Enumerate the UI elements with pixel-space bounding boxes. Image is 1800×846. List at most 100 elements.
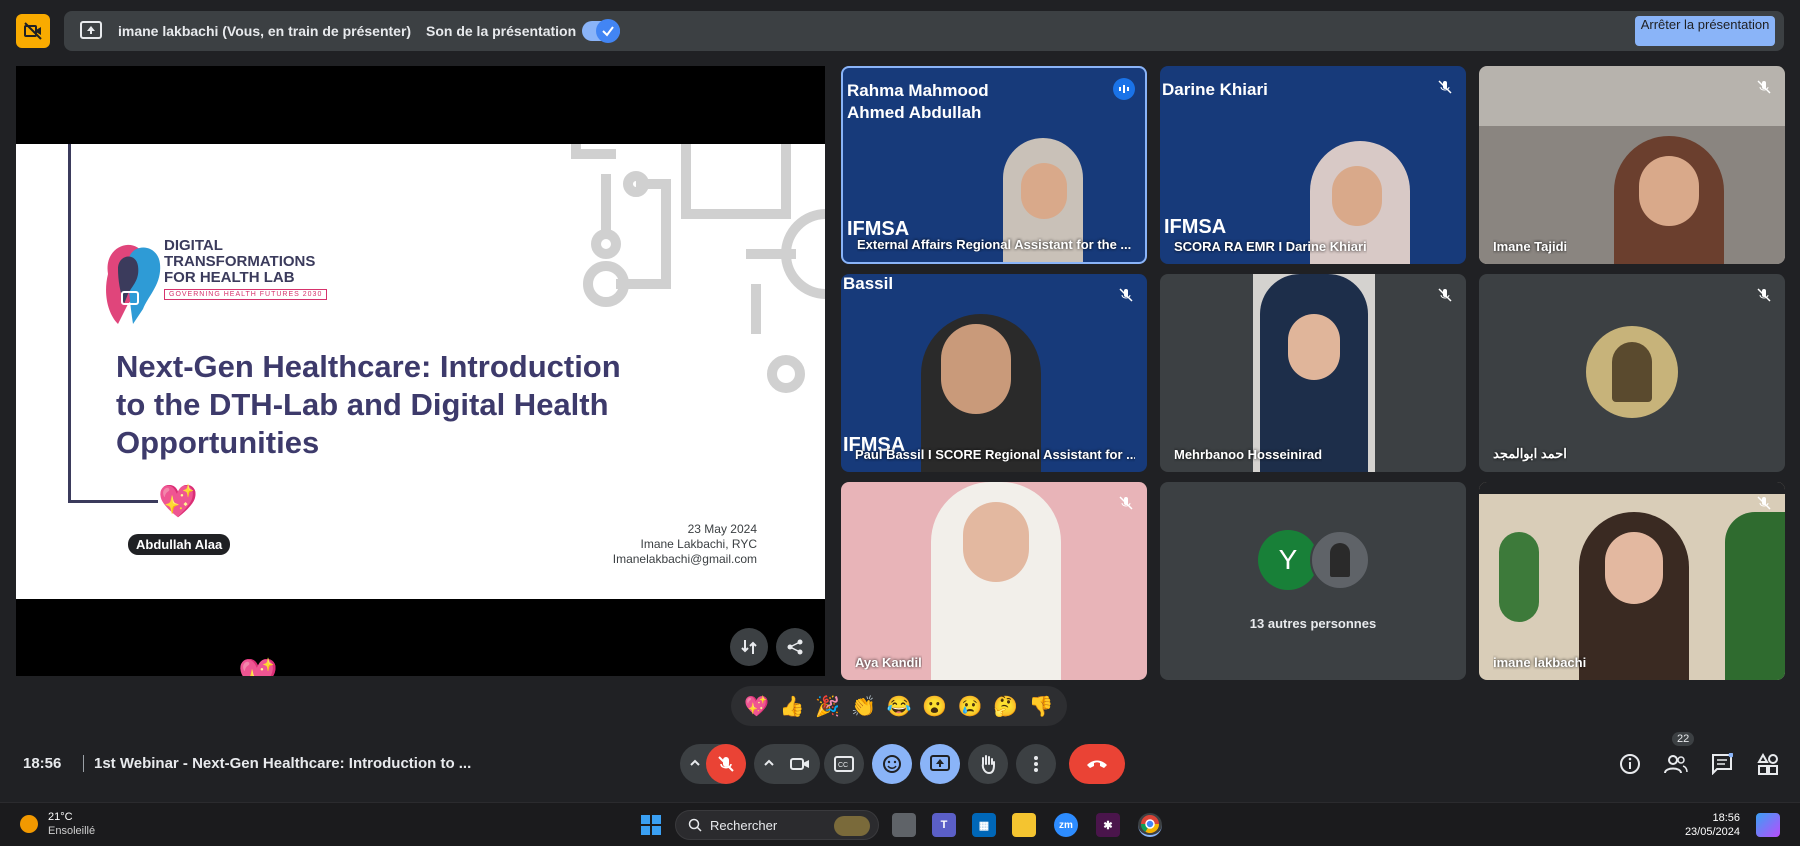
emoji-reactions-button[interactable] — [872, 744, 912, 784]
reaction-clap-button[interactable]: 👏 — [851, 694, 876, 719]
meeting-info-icon[interactable] — [1618, 752, 1642, 776]
mic-muted-icon — [1115, 284, 1137, 306]
tile-overlay-name: Bassil — [843, 274, 894, 293]
avatar — [1586, 326, 1678, 418]
participant-tile[interactable]: Darine Khiari IFMSA SCORA RA EMR I Darin… — [1160, 66, 1466, 264]
zoom-icon[interactable]: zm — [1054, 813, 1078, 837]
camera-off-icon[interactable] — [16, 14, 50, 48]
raise-hand-button[interactable] — [968, 744, 1008, 784]
people-icon[interactable] — [1664, 752, 1688, 776]
reaction-surprised-button[interactable]: 😮 — [922, 694, 947, 719]
store-icon[interactable]: ▦ — [972, 813, 996, 837]
copilot-icon[interactable] — [1756, 813, 1780, 837]
meeting-clock: 18:56 — [23, 755, 62, 772]
sun-icon[interactable] — [20, 815, 38, 833]
plant — [1499, 532, 1539, 622]
microphone-control — [680, 744, 746, 784]
slide-headline: Next-Gen Healthcare: Introduction to the… — [116, 349, 621, 460]
avatar-figure — [1330, 543, 1350, 577]
swap-layout-button[interactable] — [730, 628, 768, 666]
mic-muted-icon — [1434, 76, 1456, 98]
activities-icon[interactable] — [1756, 752, 1780, 776]
reaction-sad-button[interactable]: 😢 — [958, 694, 983, 719]
logo-title: DIGITAL TRANSFORMATIONS FOR HEALTH LAB — [164, 237, 316, 286]
dth-lab-logo — [98, 234, 164, 326]
participant-name: Mehrbanoo Hosseinirad — [1174, 447, 1323, 462]
present-now-button[interactable] — [920, 744, 960, 784]
participant-count-badge: 22 — [1672, 732, 1695, 746]
ifmsa-logo: IFMSA — [1164, 216, 1227, 238]
slide-email: Imanelakbachi@gmail.com — [612, 552, 757, 566]
chevron-up-icon[interactable] — [762, 756, 776, 775]
participant-tile[interactable]: Bassil IFMSA Paul Bassil I SCORE Regiona… — [841, 274, 1147, 472]
meeting-title: 1st Webinar - Next-Gen Healthcare: Intro… — [83, 755, 471, 772]
participant-name: SCORA RA EMR I Darine Khiari — [1174, 239, 1367, 254]
participant-name: imane lakbachi — [1493, 655, 1587, 670]
participant-tile[interactable]: Rahma Mahmood Ahmed Abdullah IFMSA Exter… — [841, 66, 1147, 264]
slide-author: Imane Lakbachi, RYC — [640, 537, 757, 551]
reaction-thumbs-down-button[interactable]: 👎 — [1029, 694, 1054, 719]
weather-description[interactable]: Ensoleillé — [48, 825, 95, 837]
leave-call-button[interactable] — [1069, 744, 1125, 784]
participant-tile[interactable]: imane lakbachi — [1479, 482, 1785, 680]
weather-temperature[interactable]: 21°C — [48, 811, 73, 823]
camera-button[interactable] — [780, 744, 820, 784]
present-screen-icon — [80, 21, 102, 39]
mic-muted-button[interactable] — [706, 744, 746, 784]
task-view-icon[interactable] — [892, 813, 916, 837]
presentation-stage: DIGITAL TRANSFORMATIONS FOR HEALTH LAB G… — [16, 66, 825, 676]
logo-subtitle: GOVERNING HEALTH FUTURES 2030 — [164, 289, 328, 300]
reaction-heart-button[interactable]: 💖 — [744, 694, 769, 719]
file-explorer-icon[interactable] — [1012, 813, 1036, 837]
participant-face — [1021, 163, 1067, 219]
svg-text:CC: CC — [838, 762, 848, 769]
system-clock[interactable]: 18:56 23/05/2024 — [1680, 811, 1740, 839]
clock-date: 23/05/2024 — [1684, 826, 1740, 838]
mic-muted-icon — [1753, 284, 1775, 306]
search-highlight-icon — [834, 816, 870, 836]
slide-frame-line — [68, 500, 158, 503]
reaction-sender-label: Abdullah Alaa — [128, 534, 231, 555]
windows-taskbar: 21°C Ensoleillé Rechercher T ▦ zm ✱ 18:5… — [0, 802, 1800, 846]
presentation-sound-label: Son de la présentation — [426, 23, 577, 39]
chat-icon[interactable] — [1710, 752, 1734, 776]
others-count-label: 13 autres personnes — [1249, 616, 1377, 631]
reaction-thumbs-up-button[interactable]: 👍 — [780, 694, 805, 719]
slack-icon[interactable]: ✱ — [1096, 813, 1120, 837]
avatar: Y — [1258, 530, 1318, 590]
participant-face — [963, 502, 1029, 582]
taskbar-search[interactable]: Rechercher — [675, 810, 879, 840]
participant-tile[interactable]: Mehrbanoo Hosseinirad — [1160, 274, 1466, 472]
slide-meta: 23 May 2024 Imane Lakbachi, RYC Imanelak… — [613, 522, 757, 567]
participant-tile[interactable]: Aya Kandil — [841, 482, 1147, 680]
participant-face — [1288, 314, 1340, 380]
floating-heart-reaction: 💖 — [238, 657, 278, 676]
others-tile[interactable]: Y 13 autres personnes — [1160, 482, 1466, 680]
reaction-laugh-button[interactable]: 😂 — [887, 694, 912, 719]
presentation-sound-toggle[interactable] — [582, 19, 620, 43]
chevron-up-icon[interactable] — [688, 756, 702, 775]
reaction-thinking-button[interactable]: 🤔 — [993, 694, 1018, 719]
search-icon — [688, 818, 702, 837]
teams-icon[interactable]: T — [932, 813, 956, 837]
participant-face — [941, 324, 1011, 414]
more-options-button[interactable] — [1016, 744, 1056, 784]
reaction-party-button[interactable]: 🎉 — [815, 694, 840, 719]
tile-top-border — [1479, 482, 1785, 494]
captions-button[interactable]: CC — [824, 744, 864, 784]
stop-presenting-button[interactable]: Arrêter la présentation — [1635, 16, 1775, 46]
reactions-bar: 💖 👍 🎉 👏 😂 😮 😢 🤔 👎 — [731, 686, 1067, 726]
search-placeholder: Rechercher — [710, 818, 778, 833]
participant-face — [1605, 532, 1663, 604]
avatar-figure — [1612, 342, 1652, 402]
presenting-banner: imane lakbachi (Vous, en train de présen… — [64, 11, 1784, 51]
chrome-icon[interactable] — [1138, 813, 1162, 837]
participant-tile[interactable]: احمد ابوالمجد — [1479, 274, 1785, 472]
windows-start-icon[interactable] — [639, 813, 663, 837]
participant-tile[interactable]: Imane Tajidi — [1479, 66, 1785, 264]
top-bar: imane lakbachi (Vous, en train de présen… — [0, 0, 1800, 62]
participant-name: Aya Kandil — [855, 655, 922, 670]
participant-name: Imane Tajidi — [1493, 239, 1568, 254]
share-icon[interactable] — [776, 628, 814, 666]
check-icon — [596, 19, 620, 43]
